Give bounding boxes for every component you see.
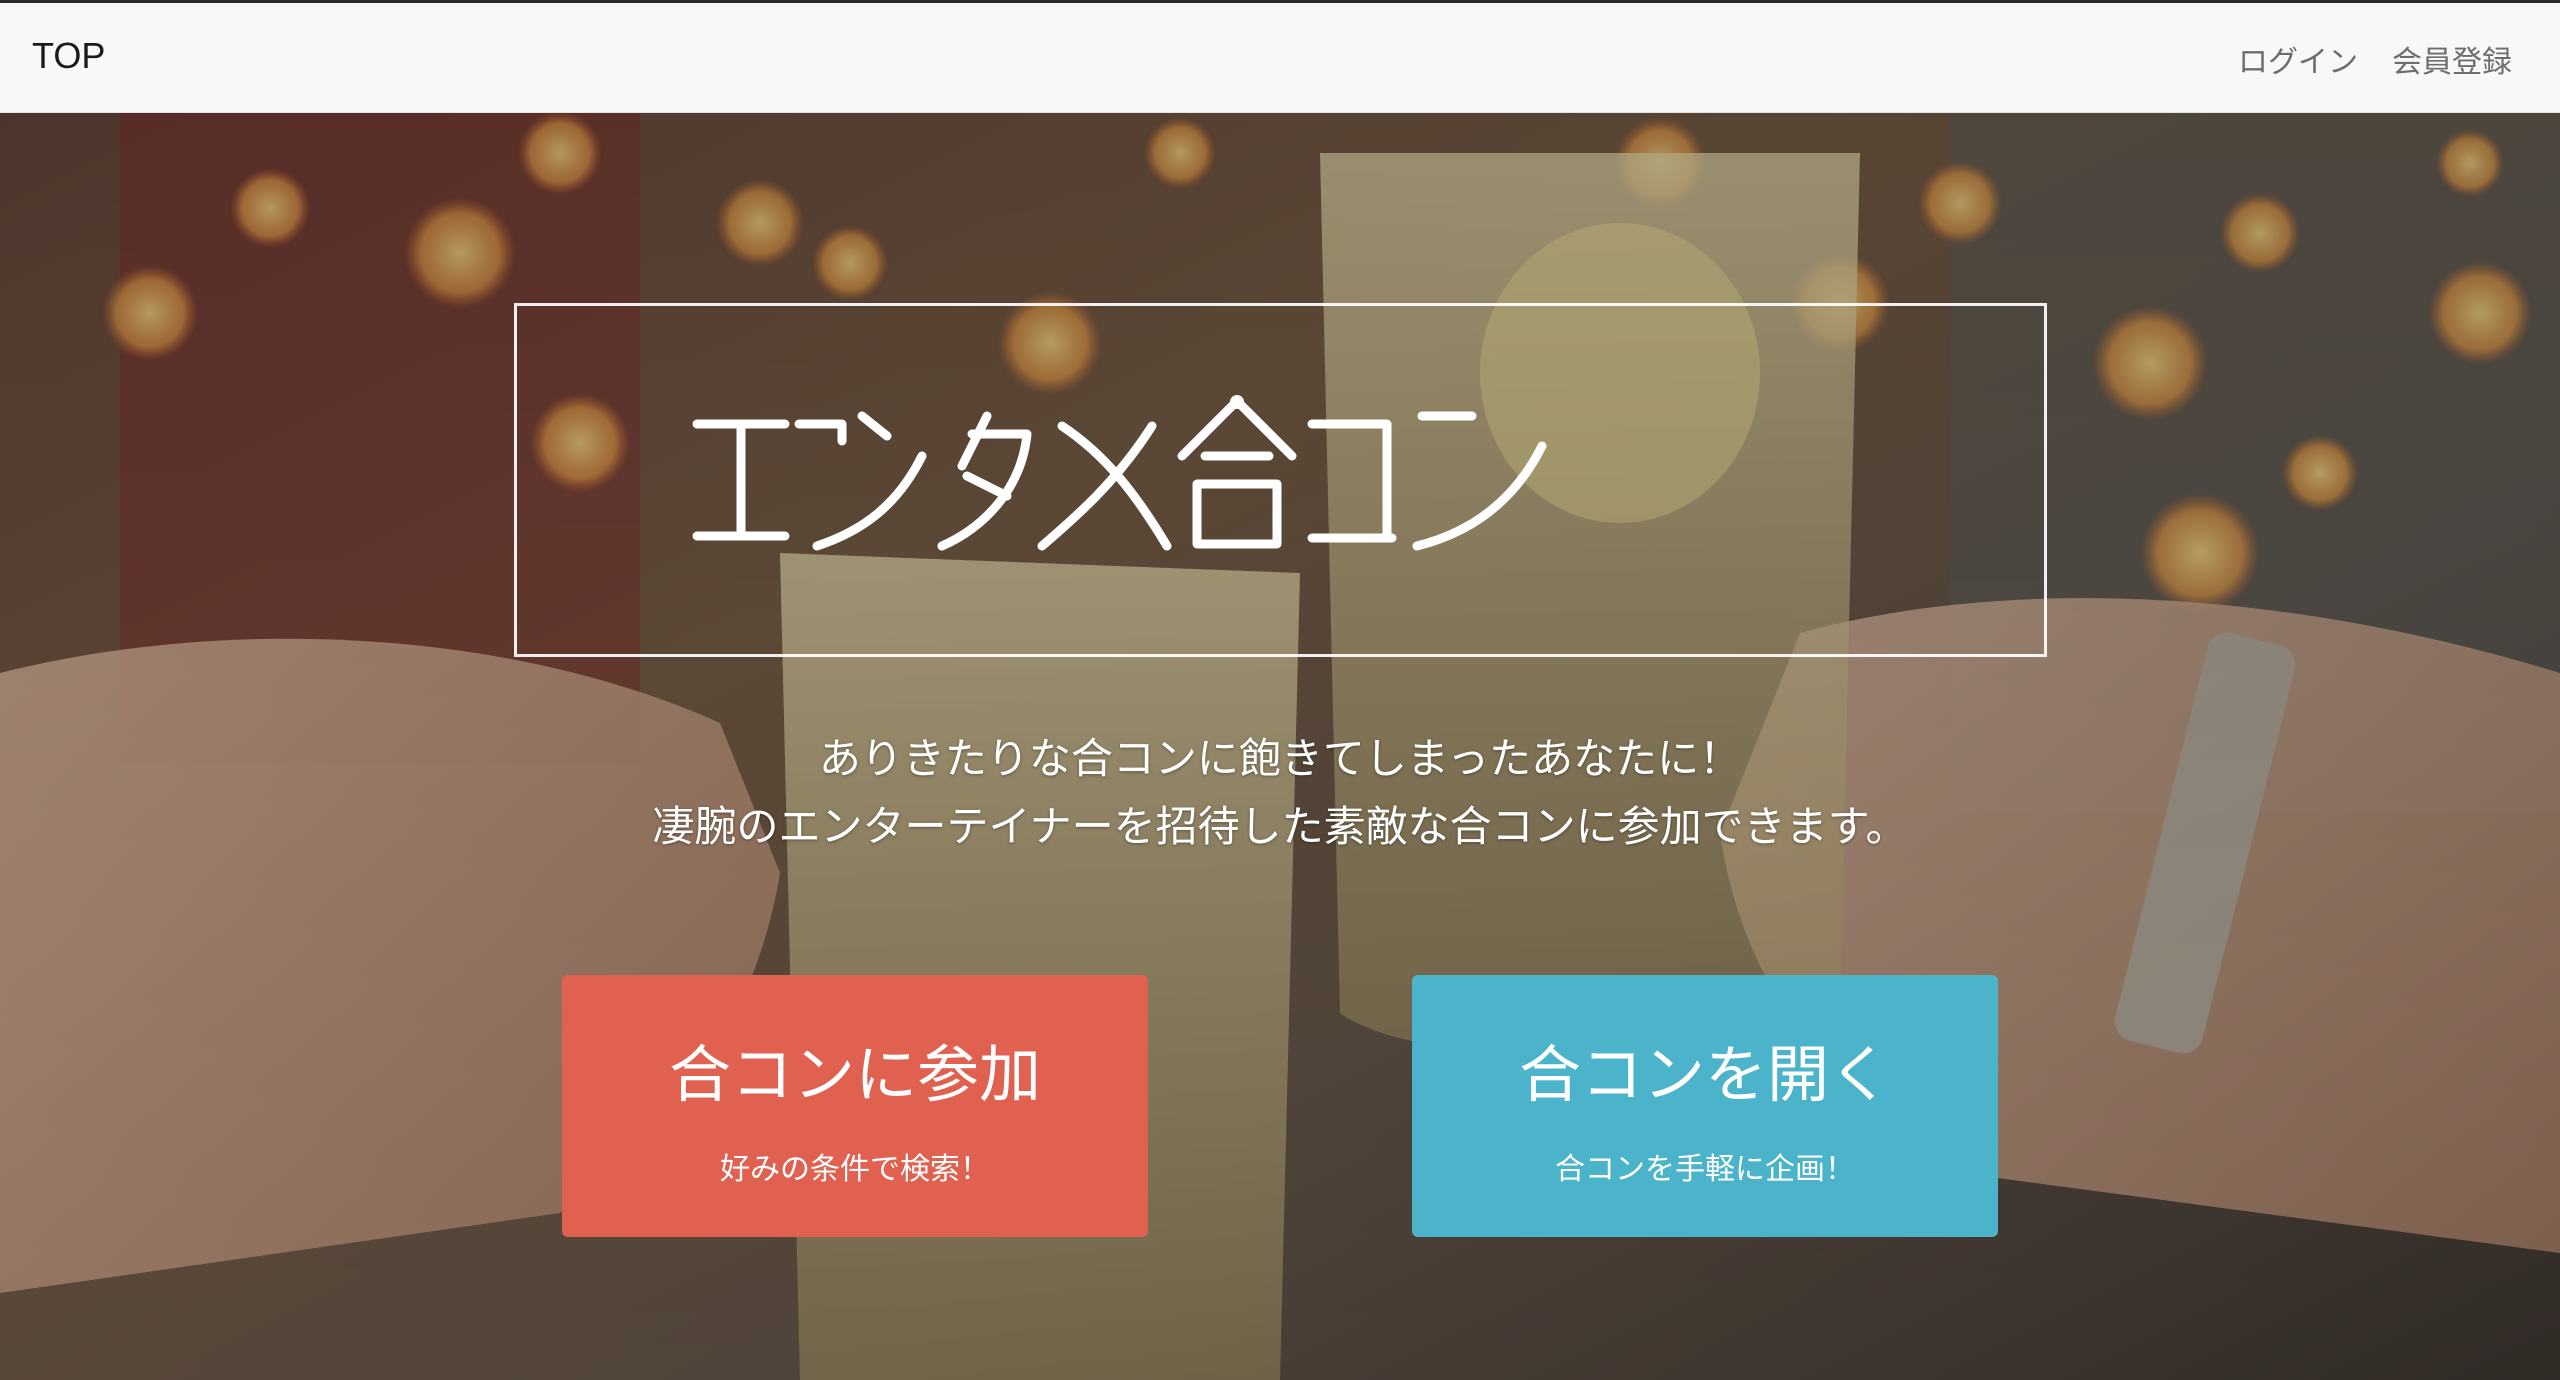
site-logo — [692, 395, 1547, 551]
top-navbar: TOP ログイン 会員登録 — [0, 0, 2560, 113]
hero-tagline: ありきたりな合コンに飽きてしまったあなたに！ 凄腕のエンターテイナーを招待した素… — [0, 725, 2560, 861]
brand-link[interactable]: TOP — [32, 35, 105, 77]
host-button-subtitle: 合コンを手軽に企画！ — [1555, 1152, 1855, 1187]
login-link[interactable]: ログイン — [2238, 37, 2358, 81]
host-gokon-button[interactable]: 合コンを開く 合コンを手軽に企画！ — [1412, 975, 1998, 1237]
join-button-title: 合コンに参加 — [668, 1038, 1041, 1111]
tagline-line-2: 凄腕のエンターテイナーを招待した素敵な合コンに参加できます。 — [652, 802, 1908, 851]
join-button-subtitle: 好みの条件で検索！ — [720, 1152, 990, 1187]
signup-link[interactable]: 会員登録 — [2392, 37, 2512, 81]
nav-links: ログイン 会員登録 — [2238, 37, 2512, 81]
hero-section: ありきたりな合コンに飽きてしまったあなたに！ 凄腕のエンターテイナーを招待した素… — [0, 113, 2560, 1380]
host-button-title: 合コンを開く — [1518, 1038, 1891, 1111]
join-gokon-button[interactable]: 合コンに参加 好みの条件で検索！ — [562, 975, 1148, 1237]
logo-frame — [514, 303, 2047, 657]
tagline-line-1: ありきたりな合コンに飽きてしまったあなたに！ — [818, 734, 1742, 783]
